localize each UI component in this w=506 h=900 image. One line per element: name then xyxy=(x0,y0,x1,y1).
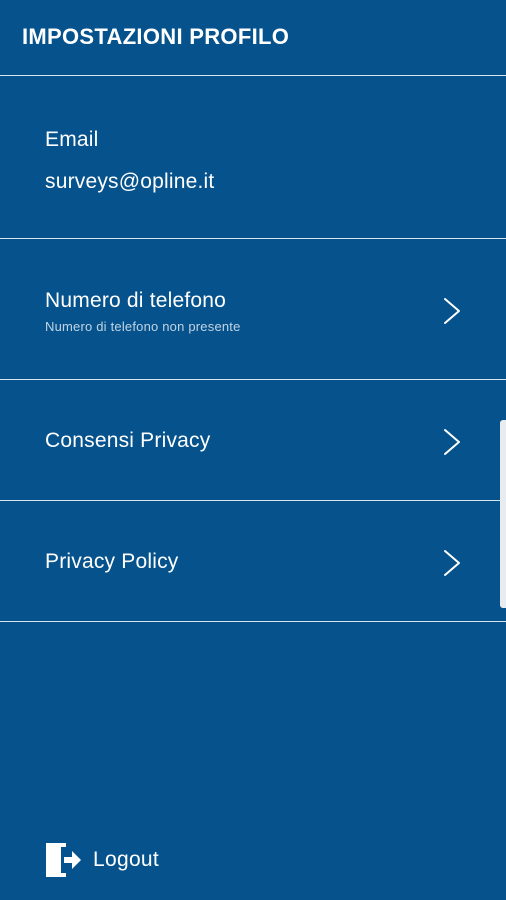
email-label: Email xyxy=(45,128,99,151)
phone-sublabel: Numero di telefono non presente xyxy=(45,319,241,334)
chevron-right-icon xyxy=(444,550,460,576)
page-title: IMPOSTAZIONI PROFILO xyxy=(22,24,290,49)
chevron-right-icon xyxy=(444,298,460,324)
scrollbar[interactable] xyxy=(500,420,506,608)
logout-icon xyxy=(46,843,81,877)
phone-row[interactable]: Numero di telefono Numero di telefono no… xyxy=(0,239,506,380)
privacy-policy-row[interactable]: Privacy Policy xyxy=(0,501,506,622)
header: IMPOSTAZIONI PROFILO xyxy=(0,0,506,76)
privacy-consents-row[interactable]: Consensi Privacy xyxy=(0,380,506,501)
privacy-consents-label: Consensi Privacy xyxy=(45,429,211,452)
phone-label: Numero di telefono xyxy=(45,289,227,312)
email-value: surveys@opline.it xyxy=(45,170,215,193)
privacy-policy-label: Privacy Policy xyxy=(45,550,179,573)
logout-label: Logout xyxy=(93,848,160,871)
email-section: Email surveys@opline.it xyxy=(0,76,506,239)
chevron-right-icon xyxy=(444,429,460,455)
logout-button[interactable]: Logout xyxy=(44,840,159,880)
